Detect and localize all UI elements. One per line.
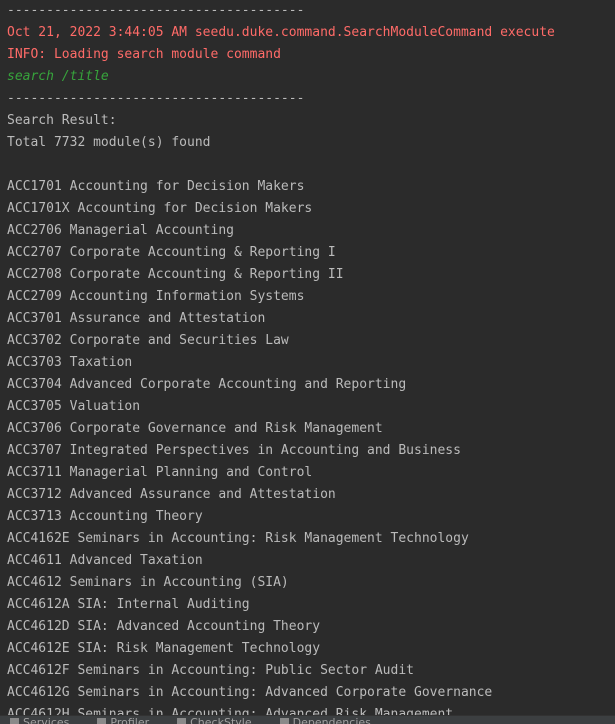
console-line: -------------------------------------- <box>7 91 305 106</box>
console-line: ACC4612G Seminars in Accounting: Advance… <box>7 685 493 700</box>
console-line: ACC3702 Corporate and Securities Law <box>7 333 289 348</box>
console-line: -------------------------------------- <box>7 3 305 18</box>
console-line: ACC3704 Advanced Corporate Accounting an… <box>7 377 407 392</box>
console-line: ACC3707 Integrated Perspectives in Accou… <box>7 443 461 458</box>
console-line: INFO: Loading search module command <box>7 47 281 62</box>
console-line: ACC4612F Seminars in Accounting: Public … <box>7 663 414 678</box>
console-line: ACC4612A SIA: Internal Auditing <box>7 597 250 612</box>
tool-window-tab-label: Dependencies <box>292 716 371 724</box>
console-line: Oct 21, 2022 3:44:05 AM seedu.duke.comma… <box>7 25 555 40</box>
console-line: ACC3705 Valuation <box>7 399 141 414</box>
checkstyle-icon <box>177 718 187 724</box>
console-line: ACC4162E Seminars in Accounting: Risk Ma… <box>7 531 469 546</box>
dependencies-icon <box>279 718 289 724</box>
console-line: ACC4612 Seminars in Accounting (SIA) <box>7 575 289 590</box>
console-line: ACC2708 Corporate Accounting & Reporting… <box>7 267 344 282</box>
run-console[interactable]: -------------------------------------- Oc… <box>0 0 615 724</box>
console-line: ACC3711 Managerial Planning and Control <box>7 465 313 480</box>
console-line: ACC2706 Managerial Accounting <box>7 223 234 238</box>
console-line: search /title <box>7 69 109 84</box>
console-line: ACC4612E SIA: Risk Management Technology <box>7 641 321 656</box>
console-line: Total 7732 module(s) found <box>7 135 211 150</box>
console-line: ACC2709 Accounting Information Systems <box>7 289 305 304</box>
tool-window-tab-profiler[interactable]: Profiler <box>97 716 149 724</box>
console-line: ACC1701X Accounting for Decision Makers <box>7 201 313 216</box>
console-line: ACC1701 Accounting for Decision Makers <box>7 179 305 194</box>
console-line: ACC3701 Assurance and Attestation <box>7 311 266 326</box>
console-line: ACC3712 Advanced Assurance and Attestati… <box>7 487 336 502</box>
console-line: ACC2707 Corporate Accounting & Reporting… <box>7 245 336 260</box>
console-line: ACC4612D SIA: Advanced Accounting Theory <box>7 619 321 634</box>
console-output: -------------------------------------- Oc… <box>7 0 615 724</box>
console-line: ACC3713 Accounting Theory <box>7 509 203 524</box>
console-line: ACC3706 Corporate Governance and Risk Ma… <box>7 421 383 436</box>
profiler-icon <box>97 718 107 724</box>
tool-window-tab-dependencies[interactable]: Dependencies <box>279 716 371 724</box>
console-line: ACC3703 Taxation <box>7 355 133 370</box>
tool-window-tab-label: Profiler <box>110 716 150 724</box>
console-line: ACC4611 Advanced Taxation <box>7 553 203 568</box>
tool-window-tab-label: Services <box>23 716 70 724</box>
services-icon <box>10 718 19 724</box>
tool-window-tab-label: CheckStyle <box>190 716 252 724</box>
console-line: Search Result: <box>7 113 117 128</box>
tool-window-tab-checkstyle[interactable]: CheckStyle <box>177 716 252 724</box>
tool-window-bar: Services Profiler CheckStyle Dependencies <box>0 715 615 724</box>
tool-window-tab-services[interactable]: Services <box>10 716 69 724</box>
